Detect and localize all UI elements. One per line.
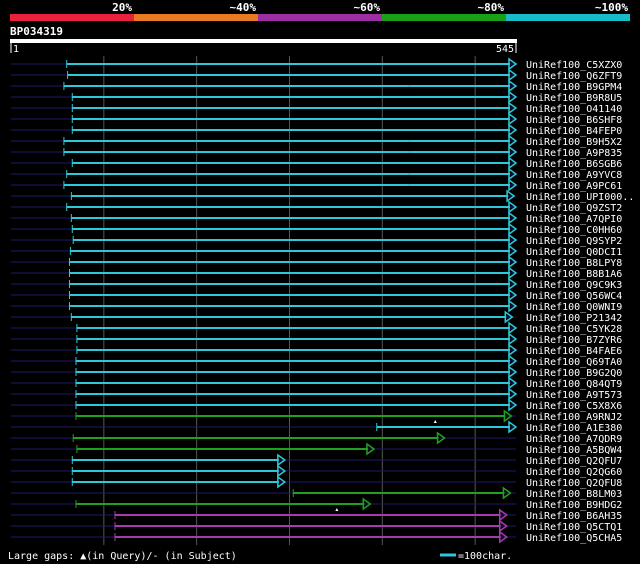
hit-name[interactable]: UniRef100_Q6ZFT9 [526, 71, 622, 82]
hit-name[interactable]: UniRef100_Q5CTQ1 [526, 522, 622, 533]
hit-name[interactable]: UniRef100_Q56WC4 [526, 291, 622, 302]
hit-name[interactable]: UniRef100_B4FAE6 [526, 346, 622, 357]
scale-text: =100char. [458, 551, 512, 562]
hit-name[interactable]: UniRef100_Q69TA0 [526, 357, 622, 368]
query-end-label: 545 [496, 44, 514, 55]
hit-name[interactable]: UniRef100_B6SHF8 [526, 115, 622, 126]
hit-name[interactable]: UniRef100_B9R8U5 [526, 93, 622, 104]
legend-label-5: ~100% [595, 1, 628, 14]
hit-name[interactable]: UniRef100_A1E380 [526, 423, 622, 434]
hit-name[interactable]: UniRef100_B8LM03 [526, 489, 622, 500]
hit-name[interactable]: UniRef100_C5X8X6 [526, 401, 622, 412]
hit-name[interactable]: UniRef100_B7ZYR6 [526, 335, 622, 346]
hit-name[interactable]: UniRef100_Q9C9K3 [526, 280, 622, 291]
hit-name[interactable]: UniRef100_C0HH60 [526, 225, 622, 236]
hit-name[interactable]: UniRef100_B9H5X2 [526, 137, 622, 148]
hit-name[interactable]: UniRef100_A5BQW4 [526, 445, 622, 456]
hit-name[interactable]: UniRef100_A9P835 [526, 148, 622, 159]
hit-name[interactable]: UniRef100_UPI000.. [526, 192, 634, 203]
legend-label-4: ~80% [478, 1, 505, 14]
hit-name[interactable]: UniRef100_A7QDR9 [526, 434, 622, 445]
hit-name[interactable]: UniRef100_Q5CHA5 [526, 533, 622, 544]
hit-name[interactable]: UniRef100_Q84QT9 [526, 379, 622, 390]
hit-name[interactable]: UniRef100_Q9SYP2 [526, 236, 622, 247]
legend-label-3: ~60% [354, 1, 381, 14]
hit-name[interactable]: UniRef100_C5YK28 [526, 324, 622, 335]
hit-name[interactable]: UniRef100_B6AH35 [526, 511, 622, 522]
hit-name[interactable]: UniRef100_Q2QG60 [526, 467, 622, 478]
hit-name[interactable]: UniRef100_Q2QFU7 [526, 456, 622, 467]
query-id: BP034319 [10, 25, 63, 38]
gaps-text: Large gaps: [8, 551, 74, 562]
gaps-subject-text: (in Subject) [159, 551, 237, 562]
hit-name[interactable]: UniRef100_B6SGB6 [526, 159, 622, 170]
hit-name[interactable]: UniRef100_A9YVC8 [526, 170, 622, 181]
legend-segment-1 [10, 14, 134, 21]
hit-name[interactable]: UniRef100_C5XZX0 [526, 60, 622, 71]
hit-name[interactable]: UniRef100_A7QPI0 [526, 214, 622, 225]
hit-name[interactable]: UniRef100_Q0WNI9 [526, 302, 622, 313]
hit-name[interactable]: UniRef100_Q0DCI1 [526, 247, 622, 258]
hit-name[interactable]: UniRef100_A9T573 [526, 390, 622, 401]
query-bar [10, 39, 517, 43]
hit-name[interactable]: UniRef100_B4FEP0 [526, 126, 622, 137]
legend-segment-2 [134, 14, 258, 21]
legend-segment-5 [506, 14, 630, 21]
hit-name[interactable]: UniRef100_B9HDG2 [526, 500, 622, 511]
hit-name[interactable]: UniRef100_Q9ZST2 [526, 203, 622, 214]
legend-segment-3 [258, 14, 382, 21]
hit-name[interactable]: UniRef100_B8B1A6 [526, 269, 622, 280]
hit-name[interactable]: UniRef100_Q2QFU8 [526, 478, 622, 489]
hit-name[interactable]: UniRef100_P21342 [526, 313, 622, 324]
blast-alignment-graphic: 20% ~40% ~60% ~80% ~100% BP034319 1 545 UniR… [0, 0, 640, 564]
hit-name[interactable]: UniRef100_B8LPY8 [526, 258, 622, 269]
query-start-label: 1 [13, 44, 19, 55]
legend-label-2: ~40% [230, 1, 257, 14]
hit-name[interactable]: UniRef100_A9RNJ2 [526, 412, 622, 423]
gaps-query-text: (in Query)/ [86, 551, 152, 562]
legend-segment-4 [382, 14, 506, 21]
hit-name[interactable]: UniRef100_A9PC61 [526, 181, 622, 192]
hit-name[interactable]: UniRef100_B9G2Q0 [526, 368, 622, 379]
footer-gaps-label: Large gaps: ▲(in Query)/- (in Subject) [8, 551, 237, 562]
legend-label-1: 20% [112, 1, 132, 14]
hit-name[interactable]: UniRef100_O41140 [526, 104, 622, 115]
hit-name[interactable]: UniRef100_B9GPM4 [526, 82, 622, 93]
